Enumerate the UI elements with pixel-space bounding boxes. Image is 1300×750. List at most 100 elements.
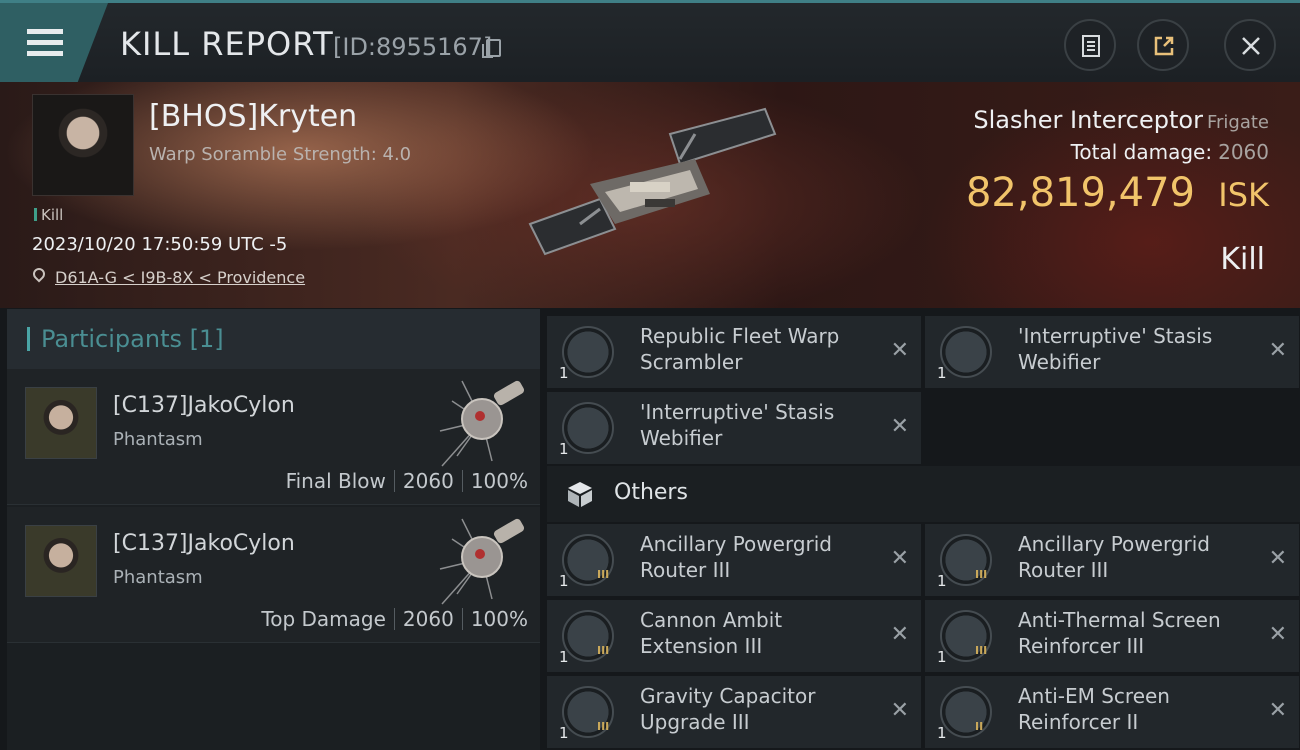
stasis-webifier-icon [562, 402, 614, 454]
remove-icon[interactable]: ✕ [1269, 622, 1287, 647]
others-section-header: Others [547, 466, 1300, 522]
hamburger-icon [27, 29, 63, 34]
kill-tag: Kill [34, 206, 63, 224]
stat-divider [461, 470, 463, 492]
kill-time: 2023/10/20 17:50:59 UTC -5 [32, 234, 288, 255]
module-item[interactable]: 1 Republic Fleet Warp Scrambler ✕ [547, 316, 921, 388]
ship-name[interactable]: Slasher Interceptor Frigate [973, 106, 1269, 134]
module-name: Gravity Capacitor Upgrade III [640, 684, 816, 734]
participant-role: Top Damage [261, 607, 386, 631]
remove-icon[interactable]: ✕ [891, 698, 909, 723]
module-item[interactable]: 1 'Interruptive' Stasis Webifier ✕ [547, 392, 921, 464]
remove-icon[interactable]: ✕ [891, 622, 909, 647]
isk-unit: ISK [1218, 176, 1269, 214]
close-button[interactable] [1224, 19, 1276, 71]
remove-icon[interactable]: ✕ [891, 414, 909, 439]
page-title: KILL REPORT [120, 25, 334, 63]
victim-ship-image[interactable] [520, 104, 780, 274]
victim-banner: [BHOS]Kryten Warp Soramble Strength: 4.0… [0, 82, 1300, 308]
module-quantity: 1 [937, 364, 947, 382]
module-item[interactable]: 1 II Anti-EM Screen Reinforcer II ✕ [925, 676, 1299, 748]
ship-class: Frigate [1206, 112, 1269, 133]
participant-stats: Final Blow 2060 100% [286, 469, 528, 493]
total-damage: Total damage: 2060 [1071, 140, 1269, 164]
participant-avatar[interactable] [25, 387, 97, 459]
clipboard-button[interactable] [1064, 19, 1116, 71]
clipboard-icon [1082, 35, 1100, 57]
module-item[interactable]: 1 III Ancillary Powergrid Router III ✕ [925, 524, 1299, 596]
module-name: Anti-Thermal Screen Reinforcer III [1018, 608, 1221, 658]
module-quantity: 1 [559, 724, 569, 742]
victim-avatar[interactable] [32, 94, 134, 196]
cube-icon [568, 482, 592, 507]
participant-percent: 100% [470, 607, 528, 631]
close-icon [1242, 37, 1260, 55]
module-quantity: 1 [559, 648, 569, 666]
result-label: Kill [1220, 242, 1265, 277]
module-name: Ancillary Powergrid Router III [640, 532, 832, 582]
share-icon [1154, 36, 1174, 56]
menu-button[interactable] [0, 3, 108, 82]
location-pin-icon [30, 265, 48, 283]
meta-level-badge: II [975, 720, 984, 733]
victim-name[interactable]: [BHOS]Kryten [149, 99, 357, 134]
share-button[interactable] [1137, 19, 1189, 71]
module-quantity: 1 [559, 440, 569, 458]
remove-icon[interactable]: ✕ [891, 338, 909, 363]
participant-ship-image [439, 380, 525, 467]
module-item[interactable]: 1 'Interruptive' Stasis Webifier ✕ [925, 316, 1299, 388]
module-quantity: 1 [559, 572, 569, 590]
module-quantity: 1 [937, 572, 947, 590]
total-damage-value: 2060 [1218, 140, 1269, 164]
header-bar: KILL REPORT [ID:8955167] [0, 0, 1300, 82]
copy-id-icon[interactable] [482, 39, 501, 58]
stat-divider [393, 608, 395, 630]
module-item[interactable]: 1 III Cannon Ambit Extension III ✕ [547, 600, 921, 672]
participant-avatar[interactable] [25, 525, 97, 597]
module-name: Anti-EM Screen Reinforcer II [1018, 684, 1170, 734]
remove-icon[interactable]: ✕ [1269, 546, 1287, 571]
stat-divider [461, 608, 463, 630]
meta-level-badge: III [597, 644, 610, 657]
participant-name: [C137]JakoCylon [113, 393, 295, 418]
total-damage-label: Total damage: [1070, 140, 1213, 164]
stat-divider [393, 470, 395, 492]
screen-reinforcer-icon [940, 686, 992, 738]
participant-ship: Phantasm [113, 429, 203, 450]
module-quantity: 1 [937, 648, 947, 666]
module-name: 'Interruptive' Stasis Webifier [1018, 324, 1213, 374]
participants-panel: Participants [1] [C137]JakoCylon Phantas… [7, 309, 540, 750]
meta-level-badge: III [975, 568, 988, 581]
module-name: Ancillary Powergrid Router III [1018, 532, 1210, 582]
participant-percent: 100% [470, 469, 528, 493]
module-item[interactable]: 1 III Anti-Thermal Screen Reinforcer III… [925, 600, 1299, 672]
participant-name: [C137]JakoCylon [113, 531, 295, 556]
participant-role: Final Blow [285, 469, 386, 493]
meta-level-badge: III [975, 644, 988, 657]
participant-stats: Top Damage 2060 100% [261, 607, 528, 631]
isk-value: 82,819,479 [965, 170, 1195, 216]
module-item[interactable]: 1 III Ancillary Powergrid Router III ✕ [547, 524, 921, 596]
module-name: Cannon Ambit Extension III [640, 608, 783, 658]
module-quantity: 1 [937, 724, 947, 742]
participants-title: Participants [1] [41, 325, 224, 353]
ship-name-text: Slasher Interceptor [973, 106, 1203, 134]
remove-icon[interactable]: ✕ [891, 546, 909, 571]
others-title: Others [614, 480, 688, 505]
module-quantity: 1 [559, 364, 569, 382]
module-item[interactable]: 1 III Gravity Capacitor Upgrade III ✕ [547, 676, 921, 748]
remove-icon[interactable]: ✕ [1269, 698, 1287, 723]
meta-level-badge: III [597, 568, 610, 581]
stasis-webifier-icon [940, 326, 992, 378]
participant-row[interactable]: [C137]JakoCylon Phantasm Final Blow 2060 1… [7, 369, 540, 505]
location-link[interactable]: D61A-G < I9B-8X < Providence [55, 268, 305, 287]
module-name: Republic Fleet Warp Scrambler [640, 324, 840, 374]
hamburger-icon-line [27, 40, 63, 45]
participant-row[interactable]: [C137]JakoCylon Phantasm Top Damage 2060 1… [7, 507, 540, 643]
victim-stat: Warp Soramble Strength: 4.0 [149, 144, 412, 165]
hamburger-icon-line [27, 51, 63, 56]
module-name: 'Interruptive' Stasis Webifier [640, 400, 835, 450]
remove-icon[interactable]: ✕ [1269, 338, 1287, 363]
warp-scrambler-icon [562, 326, 614, 378]
participants-header[interactable]: Participants [1] [7, 309, 540, 369]
